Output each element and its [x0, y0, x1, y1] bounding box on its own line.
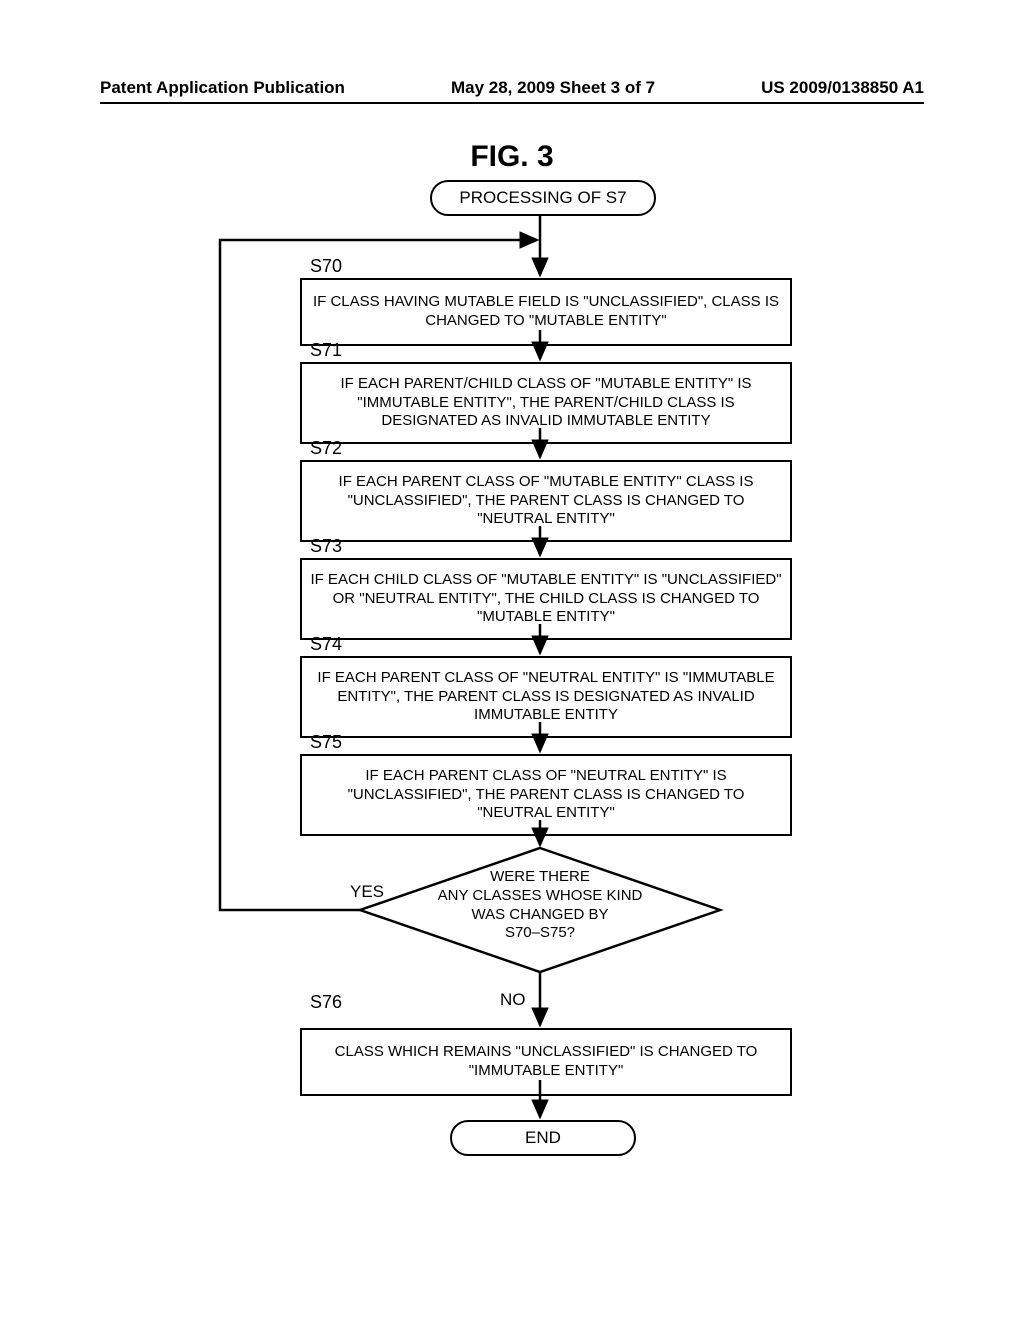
header-rule [100, 102, 924, 104]
figure-title: FIG. 3 [0, 140, 1024, 174]
page: Patent Application Publication May 28, 2… [0, 0, 1024, 1320]
header-left: Patent Application Publication [100, 78, 345, 98]
connectors [0, 180, 1024, 1280]
page-header: Patent Application Publication May 28, 2… [100, 78, 924, 98]
header-center: May 28, 2009 Sheet 3 of 7 [451, 78, 655, 98]
header-right: US 2009/0138850 A1 [761, 78, 924, 98]
